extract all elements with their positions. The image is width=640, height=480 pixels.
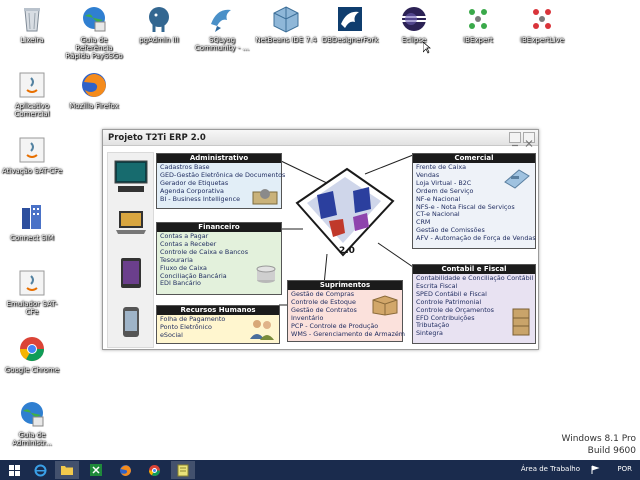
windows-logo-icon [8,464,20,476]
desktop-icon-guiaadmin[interactable]: Guia de Administr... [1,399,63,447]
firefox-icon [119,464,131,476]
cube-icon [271,4,301,34]
dolphin-icon [207,4,237,34]
desktop-icon-label: Ativação SAT-CFe [1,167,63,175]
desktop-icon-pgadmin[interactable]: pgAdmin III [128,4,190,44]
coins-icon [256,265,276,283]
desktop-icon-label: NetBeans IDE 7.4 [255,36,317,44]
tray-language[interactable]: POR [617,465,632,473]
chrome-icon [148,464,160,476]
elephant-icon [144,4,174,34]
panel-title: Comercial [413,154,535,163]
panel-financeiro: Financeiro Contas a Pagar Contas a Receb… [156,222,282,295]
panel-contabil-fiscal: Contabil e Fiscal Contabilidade e Concil… [412,264,536,344]
taskbar-explorer[interactable] [55,461,79,479]
desktop-icon-label: IBExpert [463,36,493,44]
recycle-bin-icon [17,4,47,34]
desktop-icon-label: Aplicativo Comercial [14,102,50,118]
desktop-icon-label: Guia de Referência Rápida PaySSGo [65,36,123,60]
windows-watermark: Windows 8.1 Pro Build 9600 [562,433,637,457]
spreadsheet-icon [90,464,102,476]
desktop-icon-emulador[interactable]: Emulador SAT-CFe [1,268,63,316]
panel-title: Contabil e Fiscal [413,265,535,274]
desktop-icon-connect[interactable]: Connect SIM [1,202,63,242]
panel-suprimentos: Suprimentos Gestão de Compras Controle d… [287,280,405,342]
desktop-icon-label: Mozilla Firefox [69,102,119,110]
menu-item[interactable]: CT-e Nacional [416,211,535,219]
desktop-icon-lixeira[interactable]: Lixeira [1,4,63,44]
mouse-cursor-icon [423,42,431,54]
tray-flag-icon[interactable] [590,465,600,475]
toolbox-icon [252,189,278,205]
cash-register-icon [504,169,530,189]
taskbar-chrome[interactable] [142,461,166,479]
globe-help-icon [17,399,47,429]
desktop-icon-netbeans[interactable]: NetBeans IDE 7.4 [255,4,317,44]
taskbar-firefox[interactable] [113,461,137,479]
java-icon [17,268,47,298]
dolphin-dark-icon [335,4,365,34]
java-icon [17,135,47,165]
taskbar-excel[interactable] [84,461,108,479]
desktop-icon-chrome[interactable]: Google Chrome [1,334,63,374]
erp-window[interactable]: Projeto T2Ti ERP 2.0 2.0 Administrativo … [102,129,539,350]
desktop-icon-label: Google Chrome [4,366,60,374]
filing-cabinet-icon [512,308,530,336]
panel-title: Financeiro [157,223,281,232]
taskbar: Área de Trabalho POR [0,460,640,480]
watermark-build: Build 9600 [587,446,636,456]
tray-desktop-label[interactable]: Área de Trabalho [521,465,580,473]
menu-item[interactable]: WMS - Gerenciamento de Armazém [291,330,405,339]
desktop-icon-eclipse[interactable]: Eclipse [383,4,445,44]
desktop-icon-label: pgAdmin III [139,36,179,44]
eclipse-icon [399,4,429,34]
desktop-icon-label: IBExpertLive [519,36,565,44]
desktop-icon-label: DBDesignerFork [321,36,379,44]
start-button[interactable] [2,461,26,479]
desktop-icon-label: Lixeira [20,36,44,44]
taskbar-ie[interactable] [28,461,52,479]
buildings-icon [17,202,47,232]
globe-help-icon [79,4,109,34]
desktop-icon-dbdesigner[interactable]: DBDesignerFork [319,4,381,44]
desktop-icon-ibexpertlive[interactable]: IBExpertLive [511,4,573,44]
internet-explorer-icon [34,464,46,476]
desktop-icon-label: Guia de Administr... [12,431,52,447]
desktop-icon-label: Connect SIM [10,234,54,242]
taskbar-erp[interactable] [171,461,195,479]
watermark-edition: Windows 8.1 Pro [561,434,637,444]
ibexpert-icon [463,4,493,34]
menu-item[interactable]: AFV - Automação de Força de Vendas [416,234,536,243]
desktop-icon-label: Emulador SAT-CFe [6,300,58,316]
window-title: Projeto T2Ti ERP 2.0 [103,130,538,146]
panel-title: Suprimentos [288,281,402,290]
panel-administrativo: Administrativo Cadastros Base GED-Gestão… [156,153,285,209]
logo-version: 2.0 [339,246,355,256]
java-icon [17,70,47,100]
panel-recursos-humanos: Recursos Humanos Folha de Pagamento Pont… [156,305,280,344]
desktop-icon-sqlyog[interactable]: SQLyog Community - ... [191,4,253,52]
panel-title: Administrativo [157,154,281,163]
people-icon [250,320,274,340]
close-button[interactable] [523,132,535,147]
ibexpert-live-icon [527,4,557,34]
desktop-icon-firefox[interactable]: Mozilla Firefox [63,70,125,110]
erp-logo: 2.0 [295,167,395,257]
firefox-icon [79,70,109,100]
desktop-icon-ativacao[interactable]: Ativação SAT-CFe [1,135,63,175]
folder-icon [61,466,73,475]
minimize-button[interactable] [509,132,521,147]
cardboard-box-icon [372,295,398,316]
chrome-icon [17,334,47,364]
panel-title: Recursos Humanos [157,306,279,315]
notepad-icon [177,464,189,476]
desktop-icon-label: SQLyog Community - ... [194,36,250,52]
desktop-icon-ibexpert[interactable]: IBExpert [447,4,509,44]
panel-comercial: Comercial Frente de Caixa Vendas Loja Vi… [412,153,536,249]
desktop-icon-aplicativo[interactable]: Aplicativo Comercial [1,70,63,118]
desktop-icon-guia[interactable]: Guia de Referência Rápida PaySSGo [63,4,125,60]
